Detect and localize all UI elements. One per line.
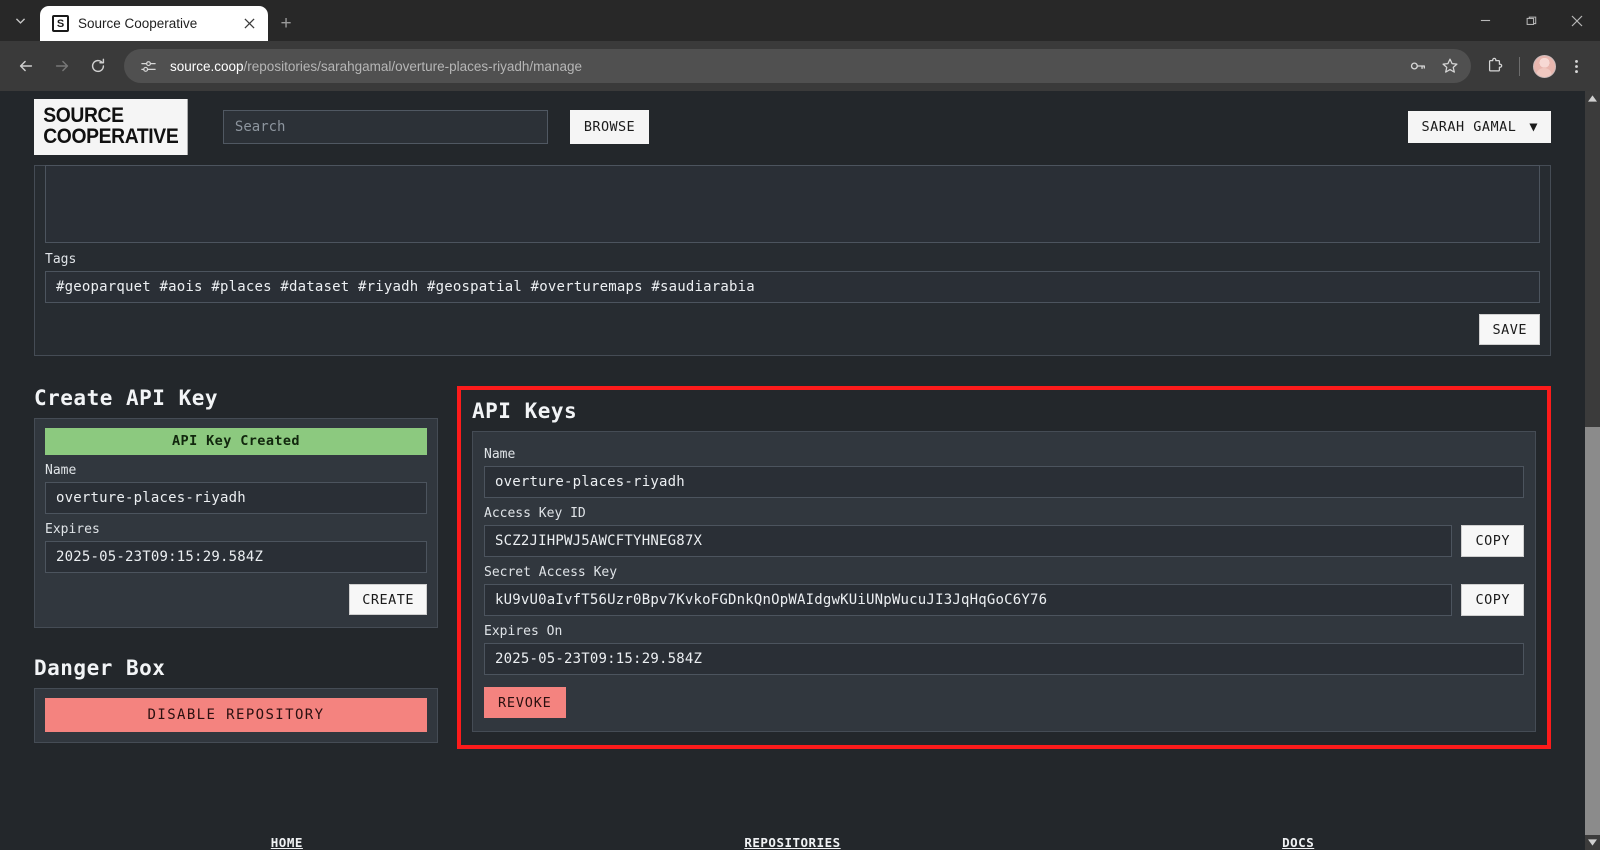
- site-logo[interactable]: SOURCE COOPERATIVE: [34, 99, 188, 155]
- save-button[interactable]: SAVE: [1479, 314, 1540, 345]
- site-settings-icon[interactable]: [136, 54, 160, 78]
- footer-column-3: DOCS PUBLISH DATA: [1045, 835, 1551, 850]
- scroll-up-arrow-icon[interactable]: [1585, 91, 1600, 106]
- scroll-down-arrow-icon[interactable]: [1585, 835, 1600, 850]
- restore-icon[interactable]: [1508, 0, 1554, 41]
- copy-access-key-button[interactable]: COPY: [1461, 525, 1524, 557]
- scrollbar-track[interactable]: [1585, 106, 1600, 835]
- form-actions: SAVE: [45, 314, 1540, 345]
- create-button[interactable]: CREATE: [349, 584, 427, 615]
- avatar: [1532, 54, 1556, 78]
- browser-tab[interactable]: S Source Cooperative: [40, 6, 268, 41]
- footer-column-2: REPOSITORIES SLACK: [540, 835, 1046, 850]
- reload-icon[interactable]: [81, 49, 115, 83]
- create-expires-input[interactable]: [45, 541, 427, 573]
- danger-box-title: Danger Box: [34, 656, 166, 680]
- footer-link-docs[interactable]: DOCS: [1282, 835, 1314, 850]
- browser-menu-icon[interactable]: [1561, 51, 1591, 81]
- footer-link-home[interactable]: HOME: [271, 835, 303, 850]
- access-key-id-input[interactable]: [484, 525, 1453, 557]
- access-key-id-label: Access Key ID: [484, 506, 586, 521]
- tab-strip: S Source Cooperative +: [0, 0, 1600, 41]
- window-controls: [1462, 0, 1600, 41]
- url-path: /repositories/sarahgamal/overture-places…: [243, 58, 582, 74]
- web-page: SOURCE COOPERATIVE BROWSE SARAH GAMAL ▼ …: [0, 91, 1585, 850]
- source-cooperative-favicon-icon: S: [52, 15, 69, 32]
- footer-column-1: HOME CONTACT: [34, 835, 540, 850]
- disable-repository-button[interactable]: DISABLE REPOSITORY: [45, 698, 427, 732]
- logo-line-2: COOPERATIVE: [43, 124, 179, 148]
- close-window-icon[interactable]: [1554, 0, 1600, 41]
- api-keys-highlighted-panel: API Keys Name Access Key ID COPY Secret …: [457, 386, 1551, 749]
- extensions-puzzle-icon[interactable]: [1480, 51, 1510, 81]
- back-icon[interactable]: [9, 49, 43, 83]
- browser-window: S Source Cooperative + source.coop/repos…: [0, 0, 1600, 850]
- main-content: Tags SAVE Create API Key API Key Created: [0, 163, 1585, 850]
- secret-access-key-label: Secret Access Key: [484, 565, 618, 580]
- expires-on-label: Expires On: [484, 624, 563, 639]
- tags-input[interactable]: [45, 271, 1540, 303]
- key-name-input[interactable]: [484, 466, 1524, 498]
- browser-toolbar: source.coop/repositories/sarahgamal/over…: [0, 41, 1600, 91]
- new-tab-button[interactable]: +: [268, 6, 304, 41]
- search-input[interactable]: [222, 110, 548, 144]
- secret-access-key-row: COPY: [484, 584, 1524, 616]
- page-scrollbar[interactable]: [1585, 91, 1600, 850]
- expires-on-input[interactable]: [484, 643, 1524, 675]
- user-name-label: SARAH GAMAL: [1421, 119, 1517, 135]
- page-viewport: SOURCE COOPERATIVE BROWSE SARAH GAMAL ▼ …: [0, 91, 1600, 850]
- create-expires-label: Expires: [45, 522, 100, 537]
- chevron-down-icon: ▼: [1529, 119, 1538, 135]
- bookmark-star-icon[interactable]: [1435, 51, 1465, 81]
- api-key-created-alert: API Key Created: [45, 428, 427, 455]
- api-key-entry: Name Access Key ID COPY Secret Access Ke…: [472, 431, 1536, 732]
- danger-box-section: Danger Box DISABLE REPOSITORY: [34, 656, 438, 743]
- site-footer: HOME CONTACT REPOSITORIES SLACK DOCS PUB…: [34, 807, 1551, 850]
- site-header: SOURCE COOPERATIVE BROWSE SARAH GAMAL ▼: [0, 91, 1585, 163]
- danger-box-card: DISABLE REPOSITORY: [34, 688, 438, 743]
- revoke-button[interactable]: REVOKE: [484, 687, 566, 718]
- tab-title: Source Cooperative: [78, 16, 198, 31]
- close-tab-icon[interactable]: [238, 13, 260, 35]
- key-name-label: Name: [484, 447, 516, 462]
- toolbar-divider: [1519, 56, 1520, 76]
- tags-label: Tags: [45, 252, 77, 267]
- left-column: Create API Key API Key Created Name Expi…: [34, 386, 438, 743]
- url-text: source.coop/repositories/sarahgamal/over…: [170, 59, 1393, 74]
- access-key-id-row: COPY: [484, 525, 1524, 557]
- secret-access-key-input[interactable]: [484, 584, 1453, 616]
- scrollbar-thumb[interactable]: [1585, 426, 1600, 835]
- create-name-label: Name: [45, 463, 77, 478]
- right-column: API Keys Name Access Key ID COPY Secret …: [457, 386, 1551, 749]
- create-api-key-title: Create API Key: [34, 386, 219, 410]
- repository-edit-form: Tags SAVE: [34, 165, 1551, 356]
- forward-icon[interactable]: [45, 49, 79, 83]
- user-menu-button[interactable]: SARAH GAMAL ▼: [1408, 111, 1551, 143]
- logo-line-1: SOURCE: [43, 104, 124, 128]
- address-bar[interactable]: source.coop/repositories/sarahgamal/over…: [124, 49, 1471, 83]
- description-textarea[interactable]: [45, 165, 1540, 243]
- copy-secret-key-button[interactable]: COPY: [1461, 584, 1524, 616]
- create-name-input[interactable]: [45, 482, 427, 514]
- manage-columns: Create API Key API Key Created Name Expi…: [34, 386, 1551, 749]
- browse-button[interactable]: BROWSE: [569, 110, 650, 144]
- profile-avatar[interactable]: [1529, 51, 1559, 81]
- create-api-key-section: Create API Key API Key Created Name Expi…: [34, 386, 438, 628]
- omnibox-actions: [1403, 51, 1465, 81]
- api-keys-title: API Keys: [472, 399, 578, 423]
- create-actions: CREATE: [45, 584, 427, 615]
- create-api-key-card: API Key Created Name Expires CREATE: [34, 418, 438, 628]
- url-domain: source.coop: [170, 58, 244, 74]
- footer-link-repositories[interactable]: REPOSITORIES: [744, 835, 840, 850]
- password-key-icon[interactable]: [1403, 51, 1433, 81]
- tab-search-chevron-icon[interactable]: [0, 0, 40, 41]
- minimize-icon[interactable]: [1462, 0, 1508, 41]
